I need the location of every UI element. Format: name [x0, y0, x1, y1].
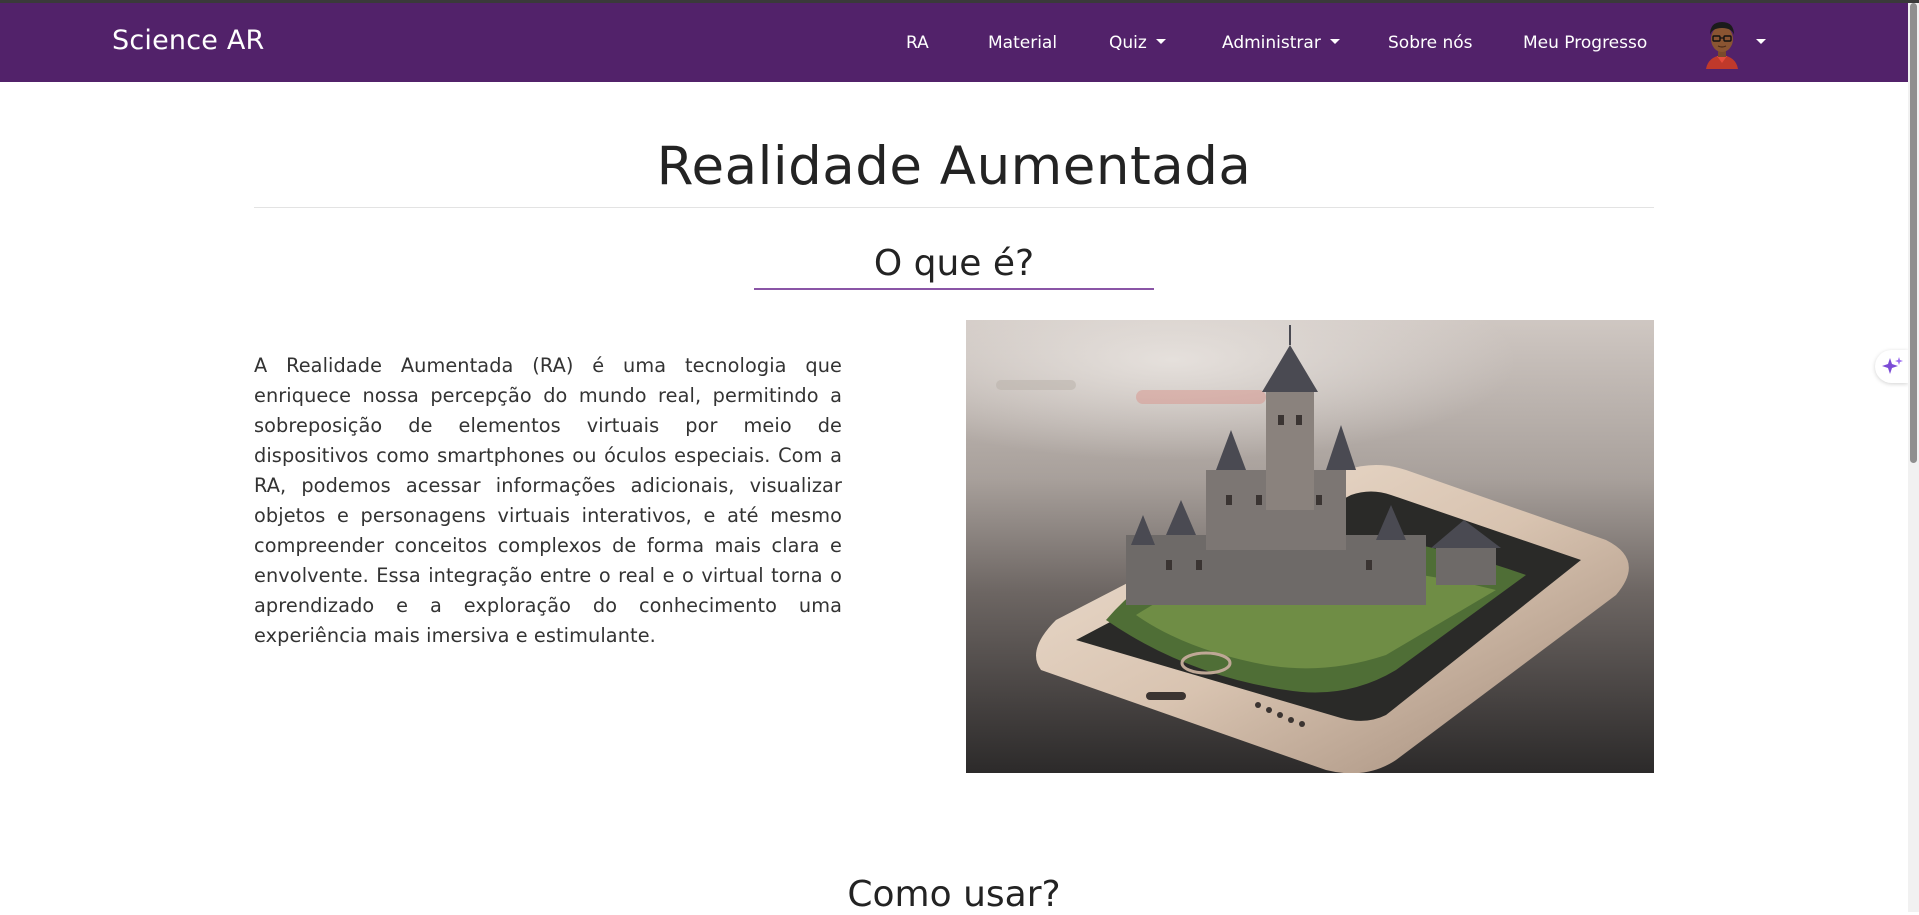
- nav-item-quiz[interactable]: Quiz: [1109, 33, 1166, 53]
- nav-item-label: RA: [906, 33, 929, 53]
- user-avatar-icon[interactable]: [1702, 17, 1742, 69]
- nav-item-ra[interactable]: RA: [906, 33, 929, 53]
- scrollbar-thumb[interactable]: [1910, 3, 1917, 463]
- nav-item-sobre-nos[interactable]: Sobre nós: [1388, 33, 1473, 53]
- nav-item-label: Sobre nós: [1388, 33, 1473, 53]
- nav-item-material[interactable]: Material: [988, 33, 1057, 53]
- title-divider: [254, 207, 1654, 208]
- section-heading-underline: [754, 288, 1154, 290]
- nav-item-label: Administrar: [1222, 33, 1321, 53]
- nav-item-label: Meu Progresso: [1523, 33, 1648, 53]
- page-scrollbar[interactable]: [1908, 3, 1919, 912]
- castle-on-smartphone-image: [966, 320, 1654, 773]
- nav-item-administrar[interactable]: Administrar: [1222, 33, 1340, 53]
- section-heading-what-is: O que é?: [873, 243, 1035, 284]
- chevron-down-icon: [1329, 39, 1340, 44]
- section-heading-how-to-use: Como usar?: [847, 874, 1061, 915]
- intro-paragraph: A Realidade Aumentada (RA) é uma tecnolo…: [254, 354, 842, 647]
- page-title: Realidade Aumentada: [656, 136, 1252, 197]
- nav-item-label: Quiz: [1109, 33, 1147, 53]
- nav-item-meu-progresso[interactable]: Meu Progresso: [1523, 33, 1647, 53]
- brand-logo[interactable]: Science AR: [112, 25, 264, 56]
- chevron-down-icon: [1155, 39, 1166, 44]
- avatar-dropdown-chevron-icon[interactable]: [1756, 39, 1766, 44]
- sparkle-icon[interactable]: [1875, 350, 1908, 383]
- nav-item-label: Material: [988, 33, 1058, 53]
- navbar: Science AR RA Material Quiz Administrar …: [0, 3, 1908, 82]
